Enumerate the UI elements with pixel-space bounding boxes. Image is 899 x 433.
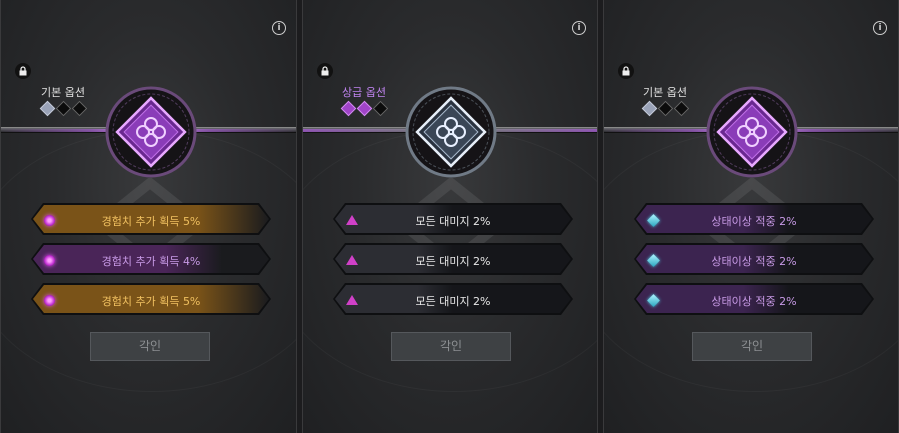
option-tier-gems — [39, 100, 88, 117]
option-tier-label: 기본 옵션 — [643, 86, 687, 99]
option-row[interactable]: 상태이상 적중 2% — [634, 243, 874, 275]
option-text: 경험치 추가 획득 4% — [101, 255, 201, 268]
tier-gem-filled — [356, 100, 373, 117]
engraving-panel-3: i 기본 옵션 상태이상 적중 2% 상태이상 적중 2% 상태이상 적중 2%… — [603, 0, 899, 433]
engrave-button[interactable]: 각인 — [692, 332, 812, 361]
info-icon[interactable]: i — [572, 21, 586, 35]
engrave-button[interactable]: 각인 — [90, 332, 210, 361]
tier-gem-filled — [641, 100, 658, 117]
tier-gem-empty — [55, 100, 72, 117]
engraving-panel-1: i 기본 옵션 경험치 추가 획득 5% 경험치 추가 획득 4% 경험치 추가… — [0, 0, 297, 433]
option-row[interactable]: 모든 대미지 2% — [333, 283, 573, 315]
option-text: 모든 대미지 2% — [415, 295, 491, 308]
lock-icon[interactable] — [317, 63, 333, 79]
info-icon[interactable]: i — [272, 21, 286, 35]
option-text: 경험치 추가 획득 5% — [101, 295, 201, 308]
option-tier-gems — [641, 100, 690, 117]
engraving-panel-2: i 상급 옵션 모든 대미지 2% 모든 대미지 2% 모든 대미지 2% 각인 — [302, 0, 598, 433]
option-row[interactable]: 모든 대미지 2% — [333, 243, 573, 275]
option-text: 상태이상 적중 2% — [711, 215, 797, 228]
option-row[interactable]: 경험치 추가 획득 5% — [31, 283, 271, 315]
tier-gem-empty — [657, 100, 674, 117]
lock-icon[interactable] — [15, 63, 31, 79]
tier-gem-empty — [372, 100, 389, 117]
option-text: 상태이상 적중 2% — [711, 295, 797, 308]
option-tier-gems — [340, 100, 389, 117]
info-icon[interactable]: i — [873, 21, 887, 35]
option-row[interactable]: 경험치 추가 획득 4% — [31, 243, 271, 275]
option-row[interactable]: 모든 대미지 2% — [333, 203, 573, 235]
option-text: 상태이상 적중 2% — [711, 255, 797, 268]
option-row[interactable]: 상태이상 적중 2% — [634, 283, 874, 315]
engraving-emblem-icon[interactable] — [103, 84, 199, 180]
option-tier-label: 기본 옵션 — [41, 86, 85, 99]
engraving-emblem-icon[interactable] — [403, 84, 499, 180]
engraving-emblem-icon[interactable] — [704, 84, 800, 180]
option-text: 모든 대미지 2% — [415, 215, 491, 228]
tier-gem-empty — [71, 100, 88, 117]
option-row[interactable]: 상태이상 적중 2% — [634, 203, 874, 235]
tier-gem-filled — [340, 100, 357, 117]
tier-gem-filled — [39, 100, 56, 117]
engrave-button[interactable]: 각인 — [391, 332, 511, 361]
option-text: 모든 대미지 2% — [415, 255, 491, 268]
option-text: 경험치 추가 획득 5% — [101, 215, 201, 228]
option-tier-label: 상급 옵션 — [342, 86, 386, 99]
lock-icon[interactable] — [618, 63, 634, 79]
tier-gem-empty — [673, 100, 690, 117]
option-row[interactable]: 경험치 추가 획득 5% — [31, 203, 271, 235]
